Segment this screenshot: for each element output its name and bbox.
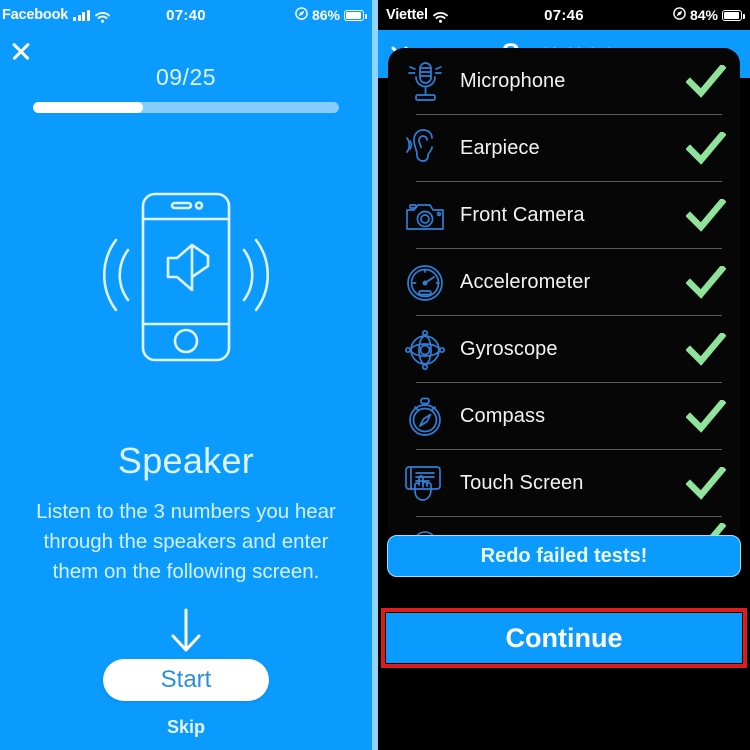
status-badge	[676, 64, 726, 99]
gyroscope-icon	[398, 329, 452, 371]
status-bar-right-group: 86%	[295, 7, 367, 23]
continue-button[interactable]: Continue	[386, 613, 742, 663]
dual-screenshot: Facebook 07:40 86% 09/25 Speaker Listen …	[0, 0, 750, 750]
step-counter: 09/25	[155, 64, 217, 90]
status-badge	[676, 399, 726, 434]
table-row[interactable]: Gyroscope	[388, 316, 740, 383]
test-name: Front Camera	[460, 204, 585, 226]
front-camera-icon	[398, 199, 452, 233]
test-name: Microphone	[460, 70, 566, 92]
continue-button-highlight: Continue	[381, 608, 747, 668]
table-row[interactable]: Compass	[388, 383, 740, 450]
start-button[interactable]: Start	[103, 659, 269, 701]
status-bar-right: Viettel 07:46 84%	[378, 0, 750, 30]
page-title: Speaker	[117, 440, 255, 481]
location-arrow-icon	[673, 7, 686, 23]
accelerometer-icon	[398, 263, 452, 303]
test-results-list: Microphone Earpiece Front Camera Acceler…	[388, 48, 740, 548]
left-phone-screen: Facebook 07:40 86% 09/25 Speaker Listen …	[0, 0, 372, 750]
test-name: Accelerometer	[460, 271, 591, 293]
battery-icon	[722, 9, 745, 21]
close-icon[interactable]	[8, 38, 34, 64]
table-row[interactable]: Accelerometer	[388, 249, 740, 316]
battery-percent-label: 84%	[689, 7, 718, 23]
status-badge	[676, 265, 726, 300]
arrow-down-icon	[0, 608, 372, 654]
right-phone-screen: Viettel 07:46 84% Summary	[378, 0, 750, 750]
redo-failed-tests-button[interactable]: Redo failed tests!	[387, 535, 741, 577]
earpiece-icon	[398, 128, 452, 170]
table-row[interactable]: Touch Screen	[388, 450, 740, 517]
table-row[interactable]: Earpiece	[388, 115, 740, 182]
microphone-icon	[398, 60, 452, 104]
location-arrow-icon	[295, 7, 308, 23]
progress-bar	[33, 102, 339, 113]
test-name: Earpiece	[460, 137, 540, 159]
status-bar-left: Facebook 07:40 86%	[0, 0, 372, 30]
status-badge	[676, 198, 726, 233]
test-name: Gyroscope	[460, 338, 558, 360]
status-badge	[676, 131, 726, 166]
table-row[interactable]: Front Camera	[388, 182, 740, 249]
status-badge	[676, 332, 726, 367]
touch-screen-icon	[398, 464, 452, 504]
status-badge	[676, 466, 726, 501]
test-name: Compass	[460, 405, 546, 427]
battery-percent-label: 86%	[311, 7, 340, 23]
skip-button[interactable]: Skip	[0, 717, 372, 738]
progress-bar-fill	[33, 102, 144, 113]
phone-speaker-illustration	[0, 188, 372, 368]
page-description: Listen to the 3 numbers you hear through…	[36, 500, 336, 583]
test-name: Touch Screen	[460, 472, 584, 494]
status-bar-right-group-2: 84%	[673, 7, 745, 23]
battery-icon	[344, 9, 367, 21]
compass-icon	[398, 396, 452, 438]
table-row[interactable]: Microphone	[388, 48, 740, 115]
